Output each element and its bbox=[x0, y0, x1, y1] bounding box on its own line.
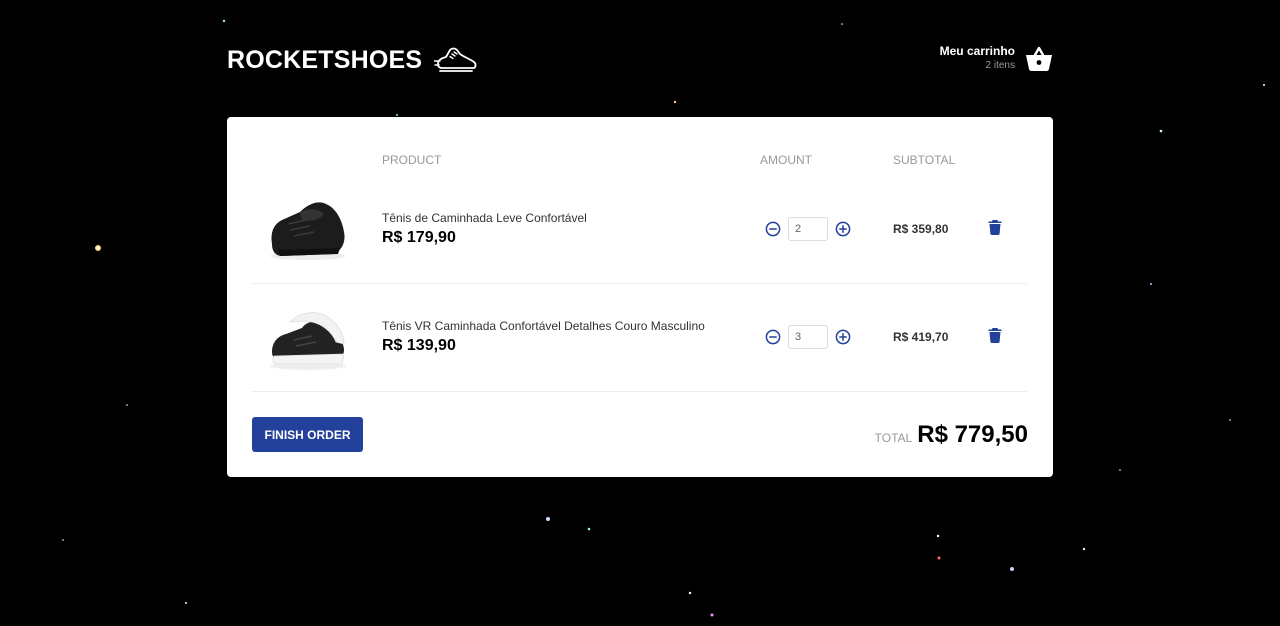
quantity-input[interactable] bbox=[788, 217, 828, 241]
sneaker-icon bbox=[434, 47, 477, 72]
minus-circle-icon bbox=[765, 329, 781, 345]
plus-circle-icon bbox=[835, 221, 851, 237]
logo-link[interactable]: ROCKETSHOES bbox=[227, 40, 478, 80]
basket-icon bbox=[1026, 46, 1052, 71]
product-price: R$ 139,90 bbox=[382, 337, 456, 354]
decrement-button[interactable] bbox=[764, 328, 782, 346]
product-name: Tênis de Caminhada Leve Confortável bbox=[382, 211, 587, 225]
product-image bbox=[270, 202, 346, 260]
plus-circle-icon bbox=[835, 329, 851, 345]
column-header-product: PRODUCT bbox=[382, 153, 442, 167]
product-name: Tênis VR Caminhada Confortável Detalhes … bbox=[382, 319, 705, 333]
cart-item-count: 2 itens bbox=[985, 60, 1015, 71]
logo-text: ROCKETSHOES bbox=[227, 45, 423, 74]
cart-summary: Meu carrinho 2 itens bbox=[940, 44, 1015, 73]
quantity-stepper bbox=[764, 324, 852, 350]
delete-item-button[interactable] bbox=[987, 327, 1003, 345]
increment-button[interactable] bbox=[834, 220, 852, 238]
finish-order-button[interactable]: FINISH ORDER bbox=[252, 417, 363, 452]
trash-icon bbox=[988, 328, 1002, 343]
cart-link[interactable]: Meu carrinho 2 itens bbox=[940, 44, 1053, 73]
item-subtotal: R$ 419,70 bbox=[893, 330, 949, 344]
delete-item-button[interactable] bbox=[987, 219, 1003, 237]
site-header: ROCKETSHOES Meu carrinho 2 itens bbox=[227, 40, 1053, 80]
product-price: R$ 179,90 bbox=[382, 229, 456, 246]
product-image bbox=[270, 312, 346, 370]
increment-button[interactable] bbox=[834, 328, 852, 346]
total-label: TOTAL bbox=[874, 431, 913, 445]
trash-icon bbox=[988, 220, 1002, 235]
cart-title: Meu carrinho bbox=[939, 44, 1015, 58]
cart-item-row: Tênis de Caminhada Leve Confortável R$ 1… bbox=[252, 176, 1027, 284]
total-value: R$ 779,50 bbox=[917, 421, 1028, 448]
quantity-stepper bbox=[764, 216, 852, 242]
minus-circle-icon bbox=[765, 221, 781, 237]
order-total: TOTAL R$ 779,50 bbox=[875, 417, 1028, 452]
column-header-amount: AMOUNT bbox=[760, 153, 812, 167]
cart-container: PRODUCT AMOUNT SUBTOTAL Tênis de Caminha… bbox=[227, 117, 1053, 477]
cart-item-row: Tênis VR Caminhada Confortável Detalhes … bbox=[252, 284, 1027, 392]
column-header-subtotal: SUBTOTAL bbox=[893, 153, 956, 167]
quantity-input[interactable] bbox=[788, 325, 828, 349]
decrement-button[interactable] bbox=[764, 220, 782, 238]
item-subtotal: R$ 359,80 bbox=[893, 222, 949, 236]
